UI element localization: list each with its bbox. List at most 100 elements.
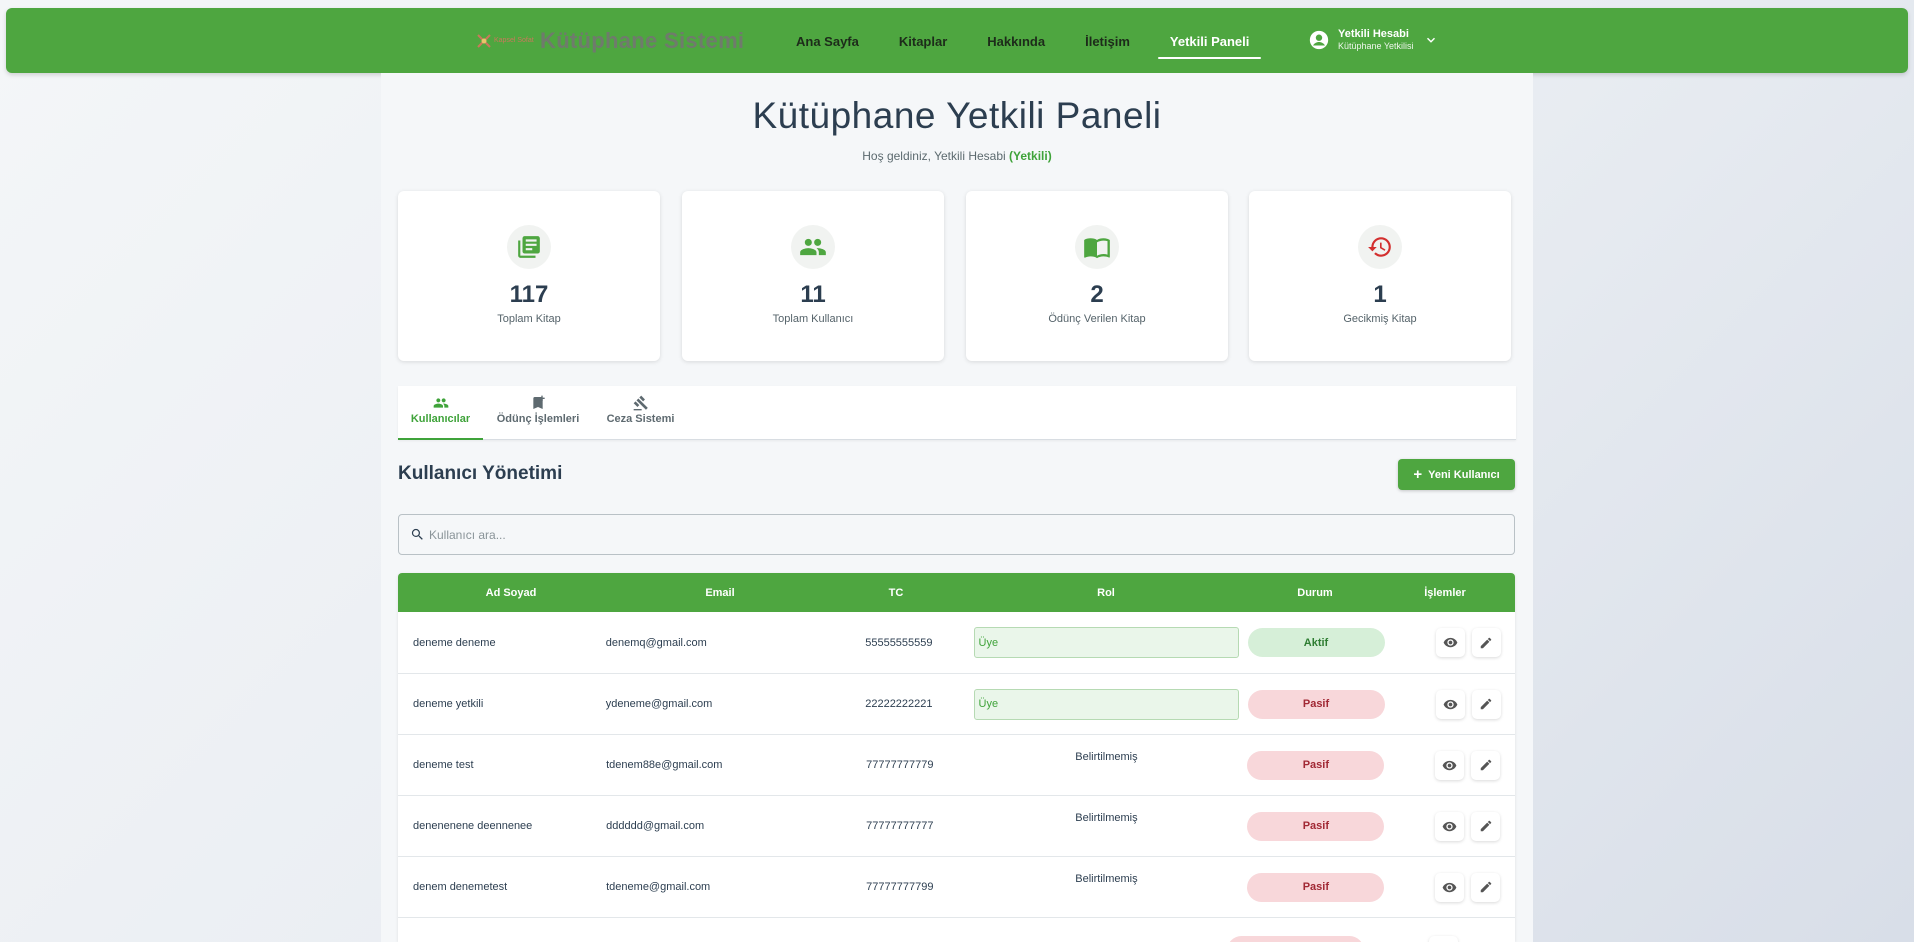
table-row-partial <box>398 918 1515 942</box>
stat-card-total-books: 117 Toplam Kitap <box>398 191 660 361</box>
column-header-status[interactable]: Durum <box>1236 587 1394 599</box>
status-badge[interactable]: Pasif <box>1247 811 1385 841</box>
user-role-badge: (Yetkili) <box>1009 149 1052 163</box>
top-navbar: Kapsel Sofat Kütüphane Sistemi Ana Sayfa… <box>6 8 1908 73</box>
nav-link-home[interactable]: Ana Sayfa <box>796 34 859 49</box>
tab-penalty-system[interactable]: Ceza Sistemi <box>593 386 688 440</box>
role-select[interactable]: Üye <box>973 688 1239 720</box>
new-user-button[interactable]: + Yeni Kullanıcı <box>1398 459 1515 490</box>
brand-title: Kütüphane Sistemi <box>540 28 745 53</box>
status-badge[interactable]: Pasif <box>1247 689 1385 719</box>
status-badge-partial <box>1227 936 1364 942</box>
role-select[interactable]: Üye <box>973 627 1239 658</box>
welcome-text: Hoş geldiniz, Yetkili Hesabi <box>862 149 1006 163</box>
stat-label: Toplam Kitap <box>497 313 561 325</box>
stat-value: 117 <box>509 281 549 308</box>
admin-panel: Kütüphane Yetkili Paneli Hoş geldiniz, Y… <box>381 73 1533 942</box>
open-book-icon <box>1075 225 1119 269</box>
status-badge[interactable]: Pasif <box>1247 872 1385 902</box>
chevron-down-icon <box>1426 37 1435 43</box>
nav-link-about[interactable]: Hakkında <box>987 34 1045 49</box>
stat-card-borrowed-books: 2 Ödünç Verilen Kitap <box>966 191 1228 361</box>
user-name: denem denemetest <box>413 881 508 893</box>
pencil-icon <box>1480 759 1492 771</box>
table-row: deneme test tdenem88e@gmail.com 77777777… <box>398 735 1515 796</box>
edit-button[interactable] <box>1471 750 1501 780</box>
eye-icon <box>1443 637 1457 648</box>
edit-button[interactable] <box>1471 628 1501 657</box>
brand-small-text: Kapsel Sofat <box>494 37 534 44</box>
column-header-tc[interactable]: TC <box>816 587 976 599</box>
stat-value: 1 <box>1373 281 1387 308</box>
user-email: dddddd@gmail.com <box>606 820 705 832</box>
tab-label: Ceza Sistemi <box>606 413 675 425</box>
column-header-name[interactable]: Ad Soyad <box>398 587 624 599</box>
welcome-message: Hoş geldiniz, Yetkili Hesabi (Yetkili) <box>381 149 1533 163</box>
gavel-icon <box>633 395 648 411</box>
eye-icon <box>1442 821 1457 831</box>
user-email: tdeneme@gmail.com <box>606 881 711 893</box>
user-email: tdenem88e@gmail.com <box>606 759 723 771</box>
column-header-email[interactable]: Email <box>624 587 816 599</box>
user-name: denenenene deennenee <box>413 820 533 832</box>
tab-bar: Kullanıcılar Ödünç İşlemleri Ceza Sistem… <box>398 386 1516 440</box>
users-icon <box>433 398 448 408</box>
stat-value: 11 <box>800 281 826 308</box>
role-text: Belirtilmemiş <box>1075 751 1138 763</box>
view-button[interactable] <box>1435 811 1465 841</box>
stat-value: 2 <box>1090 281 1104 308</box>
user-name: deneme deneme <box>413 636 496 649</box>
edit-button[interactable] <box>1471 872 1501 902</box>
history-icon <box>1358 225 1402 269</box>
eye-icon <box>1442 882 1457 892</box>
page-title: Kütüphane Yetkili Paneli <box>752 95 1162 136</box>
role-text: Belirtilmemiş <box>1075 812 1138 824</box>
table-row: deneme yetkili ydeneme@gmail.com 2222222… <box>398 674 1515 735</box>
user-name: deneme yetkili <box>413 698 484 710</box>
search-input[interactable] <box>429 527 1489 542</box>
view-button[interactable] <box>1435 628 1465 657</box>
column-header-actions: İşlemler <box>1424 586 1466 599</box>
table-row: denem denemetest tdeneme@gmail.com 77777… <box>398 857 1515 918</box>
nav-link-books[interactable]: Kitaplar <box>899 34 947 49</box>
nav-link-contact[interactable]: İletişim <box>1085 34 1130 49</box>
users-icon <box>791 225 835 269</box>
account-menu[interactable]: Yetkili Hesabi Kütüphane Yetkilisi <box>1308 28 1438 51</box>
users-table: Ad Soyad Email TC Rol Durum İşlemler den… <box>398 573 1515 942</box>
stat-label: Toplam Kullanıcı <box>772 313 854 325</box>
edit-button[interactable] <box>1471 689 1501 719</box>
stat-card-overdue-books: 1 Gecikmiş Kitap <box>1249 191 1511 361</box>
pencil-icon <box>1480 637 1492 648</box>
tab-label: Kullanıcılar <box>410 413 471 425</box>
user-email: ydeneme@gmail.com <box>605 698 713 710</box>
plus-icon: + <box>1413 466 1423 483</box>
table-row: denenenene deennenee dddddd@gmail.com 77… <box>398 796 1515 857</box>
stat-card-total-users: 11 Toplam Kullanıcı <box>682 191 944 361</box>
tab-label: Ödünç İşlemleri <box>496 413 580 425</box>
nav-link-admin-panel[interactable]: Yetkili Paneli <box>1157 34 1261 59</box>
tab-users[interactable]: Kullanıcılar <box>398 386 483 440</box>
section-title: Kullanıcı Yönetimi <box>398 463 563 484</box>
view-button[interactable] <box>1435 750 1465 780</box>
tab-loan-operations[interactable]: Ödünç İşlemleri <box>483 386 593 440</box>
status-badge[interactable]: Aktif <box>1247 628 1385 657</box>
user-email: denemq@gmail.com <box>605 636 707 649</box>
edit-button[interactable] <box>1471 811 1501 841</box>
account-name: Yetkili Hesabi <box>1338 28 1409 40</box>
stat-label: Ödünç Verilen Kitap <box>1048 313 1146 325</box>
brand-logo: Kapsel Sofat <box>476 28 534 54</box>
table-header: Ad Soyad Email TC Rol Durum İşlemler <box>398 573 1515 612</box>
status-badge[interactable]: Pasif <box>1247 750 1385 780</box>
search-icon <box>411 528 423 540</box>
view-button[interactable] <box>1435 689 1465 719</box>
view-button[interactable] <box>1435 872 1465 902</box>
column-header-role[interactable]: Rol <box>976 587 1236 599</box>
user-search-box[interactable] <box>398 514 1515 555</box>
account-role: Kütüphane Yetkilisi <box>1338 41 1414 51</box>
edit-button-partial <box>1429 936 1458 942</box>
user-tc: 77777777799 <box>866 881 934 893</box>
book-stack-icon <box>507 225 551 269</box>
pencil-icon <box>1480 881 1492 893</box>
brand[interactable]: Kapsel Sofat Kütüphane Sistemi <box>476 28 744 54</box>
new-user-label: Yeni Kullanıcı <box>1428 468 1500 481</box>
